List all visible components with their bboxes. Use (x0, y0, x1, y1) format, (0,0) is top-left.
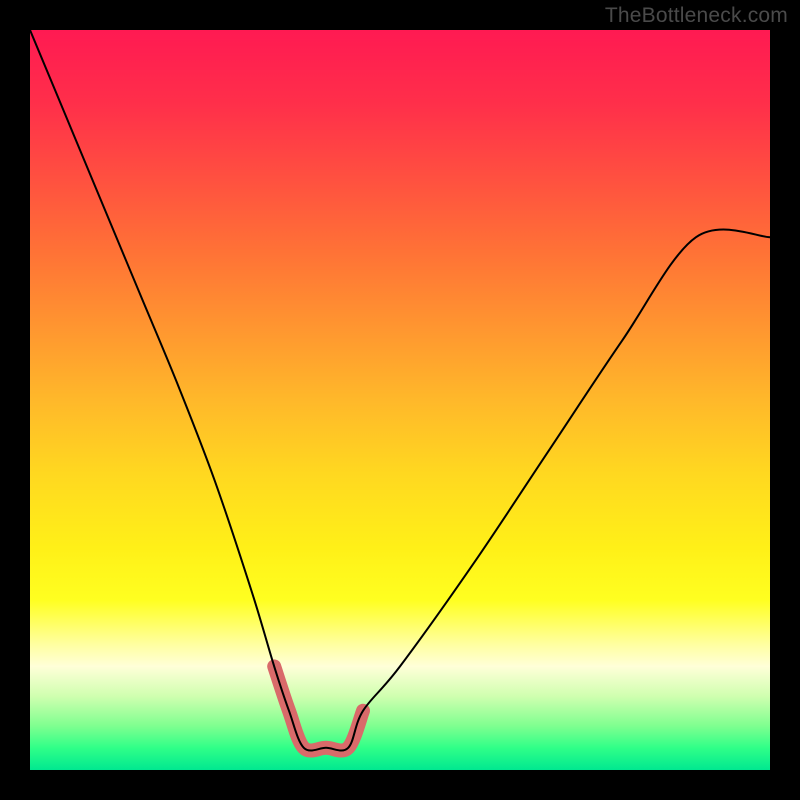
chart-svg (30, 30, 770, 770)
chart-plot-area (30, 30, 770, 770)
gradient-rect (30, 30, 770, 770)
watermark-text: TheBottleneck.com (605, 4, 788, 28)
